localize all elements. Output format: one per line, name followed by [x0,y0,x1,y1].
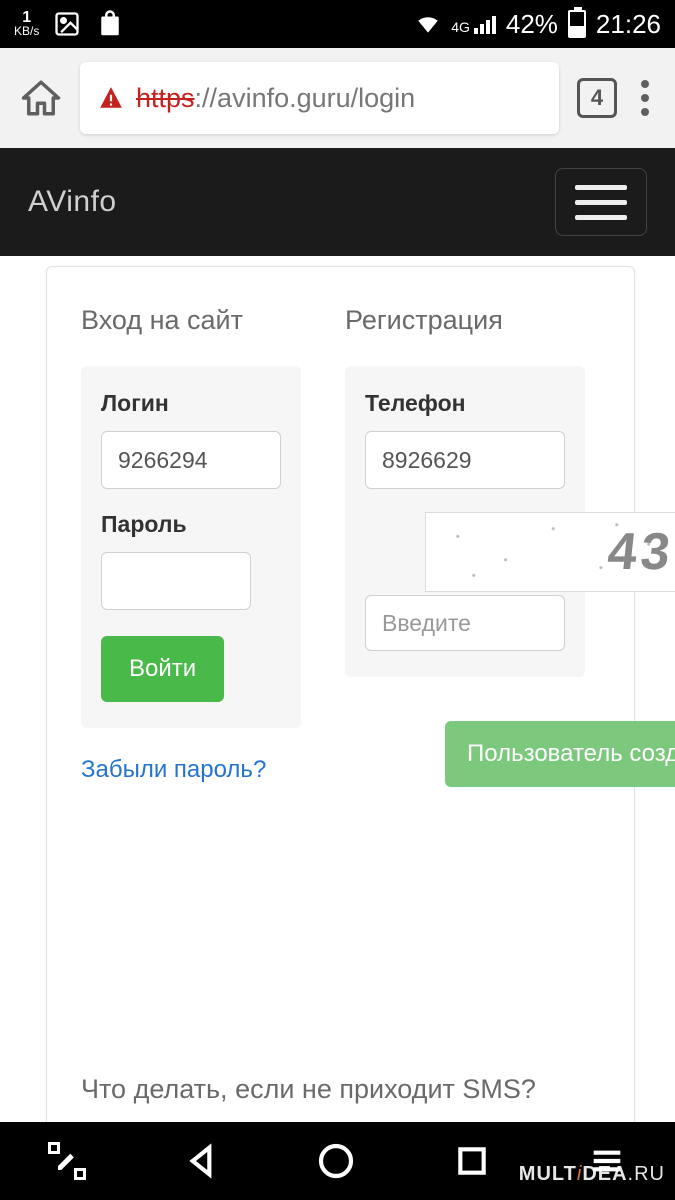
home-nav-icon[interactable] [316,1141,356,1181]
forgot-password-link[interactable]: Забыли пароль? [81,756,266,784]
insecure-warning-icon [98,85,124,111]
image-icon [53,10,81,38]
android-status-bar: 1 KB/s 4G 42% 21:26 [0,0,675,48]
wifi-icon [415,11,441,37]
password-input[interactable] [101,552,251,610]
login-input[interactable] [101,431,281,489]
android-nav-bar: MULTiDEA.RU [0,1122,675,1200]
register-heading: Регистрация [345,305,585,336]
battery-percent: 42% [506,9,558,40]
password-label: Пароль [101,511,281,538]
shopping-icon [95,9,125,39]
site-header: AVinfo [0,148,675,256]
sms-help-title: Что делать, если не приходит SMS? [81,1074,600,1105]
site-title: AVinfo [28,185,117,219]
auth-card: Вход на сайт Логин Пароль Войти Забыли п… [46,266,635,1200]
battery-icon [568,10,586,38]
phone-label: Телефон [365,390,565,417]
login-column: Вход на сайт Логин Пароль Войти Забыли п… [81,305,301,784]
url-scheme: https [136,83,195,114]
captcha-text: 4361 [605,522,675,582]
browser-menu-icon[interactable] [635,80,655,116]
data-speed-unit: KB/s [14,26,39,37]
fullscreen-icon[interactable] [48,1142,86,1180]
url-path: ://avinfo.guru/login [195,83,416,114]
phone-input[interactable] [365,431,565,489]
home-icon[interactable] [20,77,62,119]
register-submit-button[interactable]: Пользователь созда [445,721,675,787]
tab-switcher[interactable]: 4 [577,78,617,118]
captcha-image: 4361 [425,512,675,592]
captcha-input[interactable] [365,595,565,651]
clock: 21:26 [596,9,661,40]
watermark: MULTiDEA.RU [519,1163,665,1186]
login-label: Логин [101,390,281,417]
browser-toolbar: https ://avinfo.guru/login 4 [0,48,675,148]
back-icon[interactable] [181,1141,221,1181]
recent-apps-icon[interactable] [452,1141,492,1181]
url-bar[interactable]: https ://avinfo.guru/login [80,62,559,134]
4g-label: 4G [451,20,470,34]
login-submit-button[interactable]: Войти [101,636,224,702]
login-heading: Вход на сайт [81,305,301,336]
signal-icon [474,14,496,34]
login-panel: Логин Пароль Войти [81,366,301,728]
data-speed-indicator: 1 KB/s [14,11,39,36]
menu-toggle-button[interactable] [555,168,647,236]
